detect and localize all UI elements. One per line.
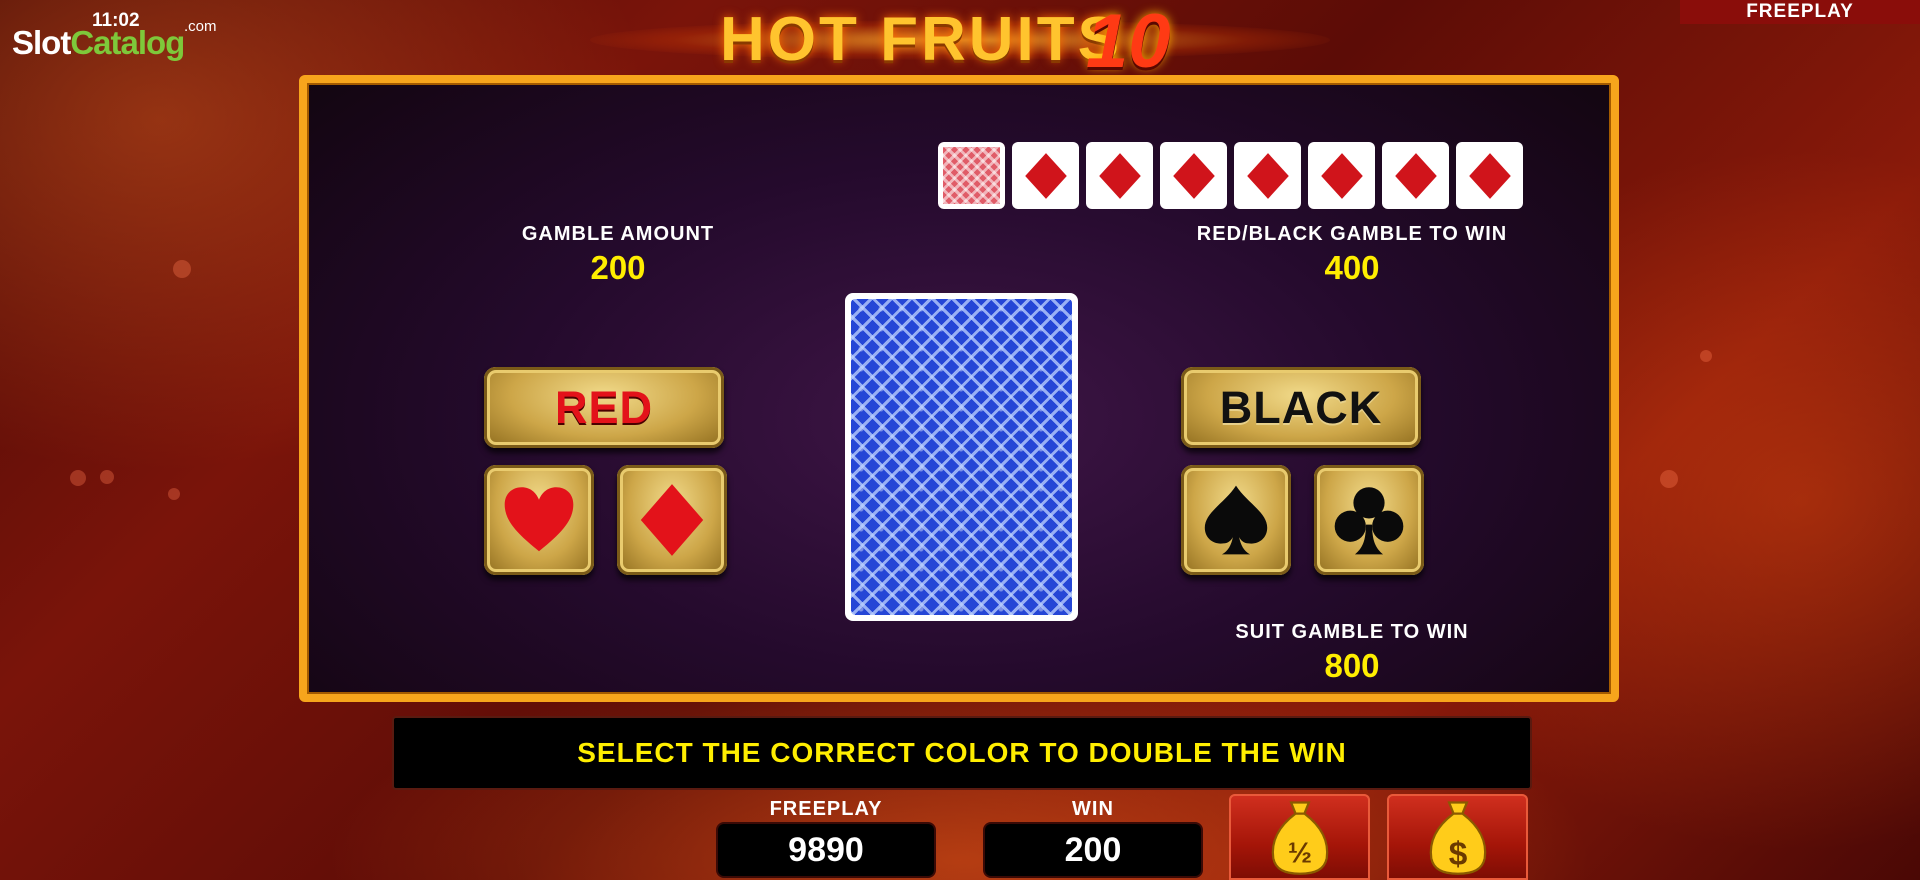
color-win-value: 400 [1324,249,1380,286]
club-icon [1334,487,1404,555]
diamond-icon [640,484,704,556]
gamble-panel: GAMBLE AMOUNT 200 RED/BLACK GAMBLE TO WI… [299,75,1619,702]
suit-win-value: 800 [1324,647,1380,684]
diamond-icon [1172,152,1215,199]
money-bag-dollar-icon: $ [1429,801,1486,875]
background-spark [1660,470,1678,488]
background-spark [173,260,191,278]
slotcatalog-watermark: 11:02 .com SlotCatalog [12,10,217,61]
red-button[interactable]: RED [484,367,724,448]
black-button[interactable]: BLACK [1181,367,1421,448]
background-spark [1700,350,1712,362]
color-win-label: RED/BLACK GAMBLE TO WIN [1196,223,1508,245]
background-spark [70,470,86,486]
club-button[interactable] [1314,465,1424,575]
history-card [1012,142,1079,209]
diamond-icon [1024,152,1067,199]
collect-button[interactable]: $ [1387,794,1528,880]
history-card [1456,142,1523,209]
history-card [1086,142,1153,209]
history-card [1234,142,1301,209]
logo-number: 10 [1086,0,1171,84]
black-button-label: BLACK [1219,381,1383,433]
face-down-card [845,293,1078,621]
watermark-catalog: Catalog [70,24,185,61]
win-label: WIN [1072,798,1114,820]
watermark-com: .com [184,18,217,35]
diamond-icon [1468,152,1511,199]
diamond-icon [1246,152,1289,199]
svg-text:$: $ [1448,836,1467,873]
history-card [1382,142,1449,209]
instruction-message: SELECT THE CORRECT COLOR TO DOUBLE THE W… [392,716,1532,790]
card-history [938,142,1523,209]
gamble-amount-label: GAMBLE AMOUNT [521,223,715,245]
background-spark [100,470,114,484]
svg-text:½: ½ [1287,838,1311,870]
watermark-brand: SlotCatalog [12,24,185,62]
diamond-icon [1394,152,1437,199]
watermark-slot: Slot [12,24,71,61]
freeplay-label: FREEPLAY [769,798,883,820]
money-bag-half-icon: ½ [1271,801,1328,875]
card-back-icon [938,142,1005,209]
game-logo: HOT FRUITS 10 [590,0,1330,84]
red-button-label: RED [554,381,653,433]
card-back-pattern [851,299,1072,615]
suit-win-label: SUIT GAMBLE TO WIN [1235,621,1469,643]
background-spark [168,488,180,500]
freeplay-balance: 9890 [718,824,934,876]
half-collect-button[interactable]: ½ [1229,794,1370,880]
history-card [1160,142,1227,209]
spade-button[interactable] [1181,465,1291,575]
gamble-amount-value: 200 [590,249,646,286]
spade-icon [1204,485,1268,555]
heart-button[interactable] [484,465,594,575]
diamond-icon [1098,152,1141,199]
diamond-button[interactable] [617,465,727,575]
win-amount: 200 [985,824,1201,876]
freeplay-mode-badge: FREEPLAY [1680,0,1920,24]
diamond-icon [1320,152,1363,199]
logo-title: HOT FRUITS [720,5,1122,74]
history-card [1308,142,1375,209]
heart-icon [504,487,574,552]
